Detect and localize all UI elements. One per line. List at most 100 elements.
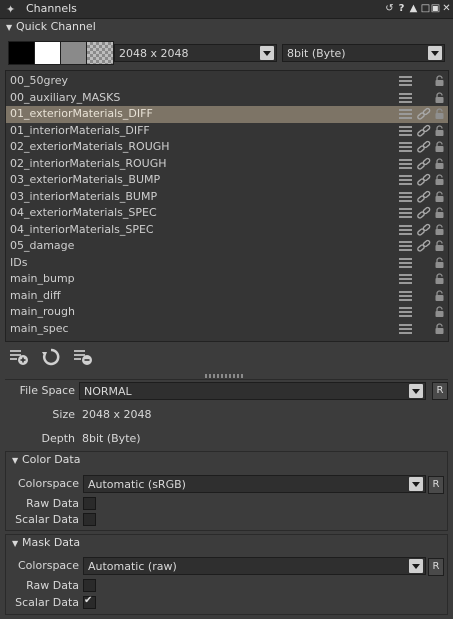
- add-channel-icon[interactable]: [9, 348, 29, 366]
- lock-icon[interactable]: [434, 240, 446, 252]
- collapse-triangle-icon: ▼: [12, 539, 19, 548]
- channel-menu-icon[interactable]: [399, 175, 412, 185]
- channel-label: main_bump: [10, 272, 75, 285]
- file-space-select[interactable]: NORMAL: [79, 382, 426, 400]
- lock-icon[interactable]: [434, 75, 446, 87]
- mask-scalar-data-checkbox[interactable]: [83, 595, 96, 609]
- lock-icon[interactable]: [434, 108, 446, 120]
- channel-row[interactable]: 03_interiorMaterials_BUMP: [6, 189, 448, 206]
- mask-colorspace-reset-button[interactable]: R: [428, 558, 444, 576]
- lock-icon[interactable]: [434, 157, 446, 170]
- lock-icon[interactable]: [434, 223, 446, 236]
- lock-icon[interactable]: [434, 289, 446, 302]
- mask-colorspace-select[interactable]: Automatic (raw): [83, 557, 426, 575]
- color-data-header[interactable]: ▼ Color Data: [6, 452, 447, 468]
- channel-row[interactable]: 02_exteriorMaterials_ROUGH: [6, 139, 448, 156]
- channel-row[interactable]: 00_auxiliary_MASKS: [6, 90, 448, 107]
- color-scalar-data-label: Scalar Data: [15, 513, 79, 526]
- channel-menu-icon[interactable]: [399, 257, 412, 268]
- lock-icon[interactable]: [434, 124, 446, 137]
- lock-icon[interactable]: [434, 322, 446, 335]
- link-icon[interactable]: [416, 124, 432, 138]
- maximize-icon[interactable]: ▣: [430, 3, 441, 14]
- collapse-triangle-icon: ▼: [12, 456, 19, 465]
- channel-menu-icon[interactable]: [399, 323, 412, 334]
- channel-row[interactable]: 05_damage: [6, 238, 448, 255]
- channel-label: main_rough: [10, 305, 75, 318]
- chevron-down-icon: [409, 384, 423, 398]
- lock-icon[interactable]: [434, 190, 446, 203]
- channel-menu-icon[interactable]: [399, 208, 412, 218]
- collapse-triangle-icon: ▼: [6, 23, 13, 32]
- link-icon[interactable]: [416, 140, 432, 154]
- quick-channel-label: Quick Channel: [16, 20, 96, 33]
- quick-size-select[interactable]: 2048 x 2048: [114, 44, 277, 62]
- lock-icon[interactable]: [434, 273, 446, 285]
- channel-row[interactable]: 01_interiorMaterials_DIFF: [6, 123, 448, 140]
- restore-icon[interactable]: ↺: [384, 3, 395, 14]
- link-icon[interactable]: [416, 173, 432, 187]
- lock-icon[interactable]: [434, 207, 446, 219]
- channel-row[interactable]: main_bump: [6, 271, 448, 288]
- channel-menu-icon[interactable]: [399, 274, 412, 284]
- channel-label: 03_interiorMaterials_BUMP: [10, 189, 158, 203]
- channel-row[interactable]: 04_exteriorMaterials_SPEC: [6, 205, 448, 222]
- mask-colorspace-label: Colorspace: [18, 559, 79, 572]
- channel-row[interactable]: main_spec: [6, 321, 448, 338]
- panel-splitter[interactable]: [205, 374, 245, 378]
- channel-row[interactable]: 00_50grey: [6, 73, 448, 90]
- link-icon[interactable]: [416, 107, 432, 121]
- channel-label: 02_interiorMaterials_ROUGH: [10, 156, 167, 170]
- channel-menu-icon[interactable]: [399, 307, 412, 317]
- channel-row[interactable]: main_rough: [6, 304, 448, 321]
- file-space-reset-button[interactable]: R: [432, 382, 448, 400]
- link-icon[interactable]: [416, 223, 432, 237]
- quick-depth-select[interactable]: 8bit (Byte): [282, 44, 445, 62]
- link-icon[interactable]: [416, 239, 432, 253]
- link-icon[interactable]: [416, 157, 432, 171]
- close-icon[interactable]: ✕: [441, 3, 452, 14]
- chevron-down-icon: [260, 46, 274, 60]
- refresh-channel-icon[interactable]: [41, 348, 61, 366]
- lock-icon[interactable]: [434, 306, 446, 318]
- swatch-checker[interactable]: [86, 41, 114, 65]
- lock-icon[interactable]: [434, 256, 446, 269]
- channel-row[interactable]: 03_exteriorMaterials_BUMP: [6, 172, 448, 189]
- channel-menu-icon[interactable]: [399, 125, 412, 136]
- swatch-grey[interactable]: [60, 41, 88, 65]
- channel-menu-icon[interactable]: [399, 109, 412, 119]
- color-colorspace-reset-button[interactable]: R: [428, 476, 444, 494]
- swatch-black[interactable]: [8, 41, 36, 65]
- remove-channel-icon[interactable]: [73, 348, 93, 366]
- link-icon[interactable]: [416, 190, 432, 204]
- color-raw-data-checkbox[interactable]: [83, 497, 96, 510]
- channel-menu-icon[interactable]: [399, 158, 412, 169]
- channel-menu-icon[interactable]: [399, 241, 412, 251]
- channel-row[interactable]: main_diff: [6, 288, 448, 305]
- color-colorspace-select[interactable]: Automatic (sRGB): [83, 475, 426, 493]
- channel-label: main_spec: [10, 321, 69, 335]
- lock-icon[interactable]: [434, 174, 446, 186]
- link-icon[interactable]: [416, 206, 432, 220]
- lock-icon[interactable]: [434, 91, 446, 104]
- mask-data-header[interactable]: ▼ Mask Data: [6, 535, 447, 551]
- color-scalar-data-checkbox[interactable]: [83, 513, 96, 526]
- channel-menu-icon[interactable]: [399, 191, 412, 202]
- channel-menu-icon[interactable]: [399, 142, 412, 152]
- channel-menu-icon[interactable]: [399, 76, 412, 86]
- channel-row[interactable]: 01_exteriorMaterials_DIFF: [6, 106, 448, 123]
- lock-icon[interactable]: [434, 141, 446, 153]
- channel-row[interactable]: 04_interiorMaterials_SPEC: [6, 222, 448, 239]
- mask-raw-data-checkbox[interactable]: [83, 579, 96, 592]
- channel-menu-icon[interactable]: [399, 92, 412, 103]
- pin-icon[interactable]: ▲: [408, 3, 419, 14]
- channel-row[interactable]: IDs: [6, 255, 448, 272]
- help-icon[interactable]: ?: [396, 3, 407, 14]
- swatch-white[interactable]: [34, 41, 62, 65]
- quick-channel-header[interactable]: ▼ Quick Channel: [6, 20, 96, 33]
- channel-list[interactable]: 00_50grey 00_auxiliary_MASKS 01_exteriorMa…: [5, 70, 449, 342]
- channel-menu-icon[interactable]: [399, 290, 412, 301]
- channel-row[interactable]: 02_interiorMaterials_ROUGH: [6, 156, 448, 173]
- size-label: Size: [52, 408, 75, 421]
- channel-menu-icon[interactable]: [399, 224, 412, 235]
